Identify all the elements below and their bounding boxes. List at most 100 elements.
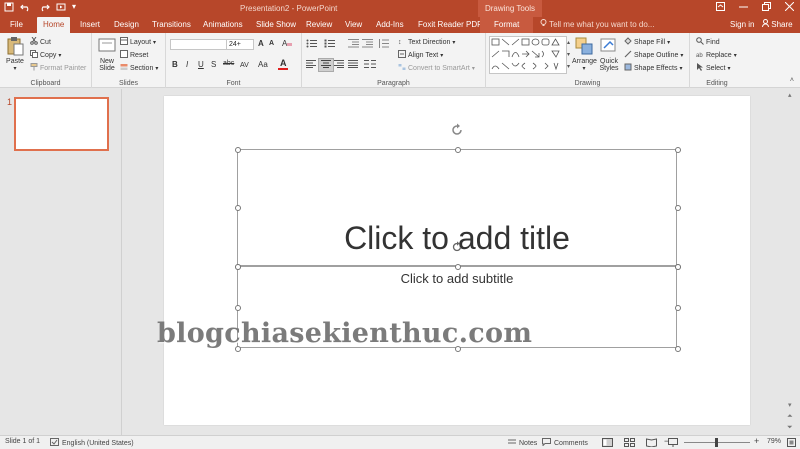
columns-icon[interactable] [364,60,376,70]
cut-button[interactable]: Cut [30,37,51,47]
resize-handle[interactable] [675,346,681,352]
grow-font-button[interactable]: A [258,39,264,48]
scroll-down-icon[interactable]: ▾ [788,401,792,409]
fit-slide-icon[interactable] [787,438,796,447]
shapes-gallery[interactable] [489,36,567,74]
tab-design[interactable]: Design [114,17,139,33]
line-spacing-icon[interactable] [378,39,389,50]
tab-animations[interactable]: Animations [203,17,243,33]
resize-handle[interactable] [235,264,241,270]
section-button[interactable]: Section ▾ [120,63,158,73]
shape-fill-button[interactable]: Shape Fill ▾ [624,37,670,47]
replace-button[interactable]: ab Replace ▾ [696,50,737,60]
bold-button[interactable]: B [172,60,178,69]
resize-handle[interactable] [235,147,241,153]
slide-sorter-icon[interactable] [624,438,635,447]
font-name-combo[interactable] [170,39,228,50]
zoom-out-icon[interactable]: − [664,436,669,446]
new-slide-button[interactable]: New Slide [96,36,118,72]
tab-home[interactable]: Home [37,17,71,33]
format-painter-button[interactable]: Format Painter [30,63,86,73]
language-indicator[interactable]: English (United States) [50,438,134,448]
redo-icon[interactable] [38,2,50,15]
shadow-button[interactable]: S [211,60,216,69]
underline-button[interactable]: U [198,60,204,69]
share-button[interactable]: Share [762,17,793,33]
copy-button[interactable]: Copy ▾ [30,50,61,60]
resize-handle[interactable] [675,205,681,211]
ribbon-display-icon[interactable] [716,2,725,14]
decrease-indent-icon[interactable] [348,39,359,50]
zoom-in-icon[interactable]: + [754,436,759,446]
previous-slide-icon[interactable]: ⏶ [787,413,793,421]
select-button[interactable]: Select ▾ [696,63,730,73]
slide-canvas[interactable]: Click to add title Click to add subtitle [164,96,750,425]
slideshow-view-icon[interactable] [668,438,678,447]
align-center-icon[interactable] [318,58,334,72]
rotate-handle-icon[interactable] [449,122,465,140]
reset-button[interactable]: Reset [120,50,148,60]
save-icon[interactable] [4,2,14,15]
tab-insert[interactable]: Insert [80,17,100,33]
zoom-slider-thumb[interactable] [715,438,718,447]
resize-handle[interactable] [675,264,681,270]
align-left-icon[interactable] [306,60,316,70]
character-spacing-icon[interactable]: AV [240,60,252,71]
change-case-button[interactable]: Aa [258,60,268,69]
tell-me-box[interactable]: Tell me what you want to do... [540,17,654,33]
vertical-scrollbar[interactable]: ▴ ▾ ⏶ ⏷ [784,89,800,435]
normal-view-icon[interactable] [602,438,613,447]
rotate-handle-icon[interactable] [450,240,464,256]
tab-review[interactable]: Review [306,17,332,33]
tab-format[interactable]: Format [480,17,534,33]
increase-indent-icon[interactable] [362,39,373,50]
tab-view[interactable]: View [345,17,362,33]
resize-handle[interactable] [455,147,461,153]
slide-thumbnail[interactable] [14,97,109,151]
justify-icon[interactable] [348,60,358,70]
shrink-font-button[interactable]: A [269,40,274,47]
gallery-scroll-icon[interactable]: ▴ ▾ ▾ [567,37,570,73]
layout-button[interactable]: Layout ▾ [120,37,156,47]
bullets-icon[interactable] [306,39,320,50]
tab-add-ins[interactable]: Add-Ins [376,17,404,33]
restore-icon[interactable] [762,2,771,14]
align-right-icon[interactable] [334,60,344,70]
numbering-icon[interactable] [324,39,338,50]
resize-handle[interactable] [455,264,461,270]
scroll-up-icon[interactable]: ▴ [788,91,792,99]
font-color-button[interactable]: A [278,58,290,71]
subtitle-placeholder-text[interactable]: Click to add subtitle [238,271,676,286]
customize-qat-icon[interactable]: ▾ [72,2,76,15]
next-slide-icon[interactable]: ⏷ [787,424,793,432]
shape-outline-button[interactable]: Shape Outline ▾ [624,50,683,60]
italic-button[interactable]: I [186,60,188,69]
resize-handle[interactable] [235,205,241,211]
tab-foxit-reader-pdf[interactable]: Foxit Reader PDF [418,17,482,33]
tab-slide-show[interactable]: Slide Show [256,17,296,33]
resize-handle[interactable] [675,147,681,153]
resize-handle[interactable] [235,305,241,311]
collapse-ribbon-icon[interactable]: ˄ [790,77,794,84]
comments-button[interactable]: Comments [542,438,588,448]
notes-button[interactable]: Notes [508,438,537,448]
arrange-button[interactable]: Arrange ▾ [572,36,597,72]
paste-button[interactable]: Paste ▾ [4,36,26,72]
font-size-combo[interactable]: 24+ [226,39,254,50]
close-icon[interactable] [784,1,795,14]
reading-view-icon[interactable] [646,438,657,447]
quick-styles-button[interactable]: Quick Styles [598,36,620,72]
sign-in-link[interactable]: Sign in [730,17,754,33]
undo-icon[interactable] [20,2,32,15]
strikethrough-button[interactable]: abc [223,60,234,67]
resize-handle[interactable] [675,305,681,311]
find-button[interactable]: Find [696,37,720,47]
shape-effects-button[interactable]: Shape Effects ▾ [624,63,682,73]
clear-formatting-icon[interactable]: A [282,38,292,50]
zoom-level[interactable]: 79% [767,438,781,445]
tab-file[interactable]: File [10,17,23,33]
convert-smartart-button[interactable]: Convert to SmartArt ▾ [398,63,475,73]
align-text-button[interactable]: Align Text ▾ [398,50,443,60]
start-slideshow-icon[interactable] [56,2,66,15]
text-direction-button[interactable]: ↕ Text Direction ▾ [398,37,455,47]
